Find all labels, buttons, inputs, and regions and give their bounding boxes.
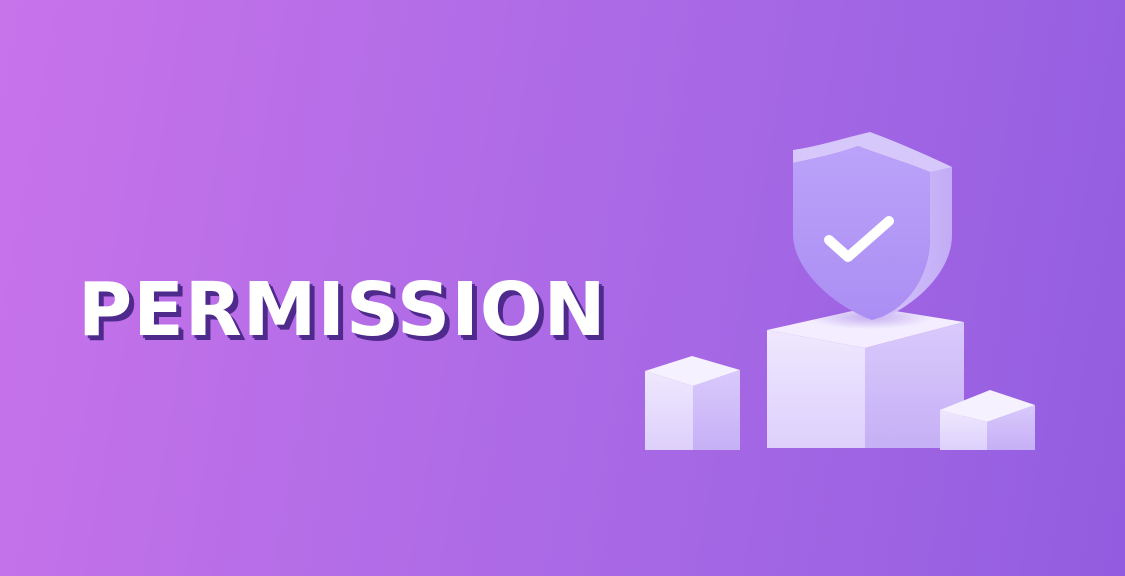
shield-check-icon — [793, 132, 952, 320]
banner-title: PERMISSION — [78, 267, 607, 353]
shield-on-cubes-illustration — [645, 132, 1035, 450]
permission-banner: PERMISSION — [0, 0, 1125, 576]
small-cube-left — [645, 356, 740, 450]
